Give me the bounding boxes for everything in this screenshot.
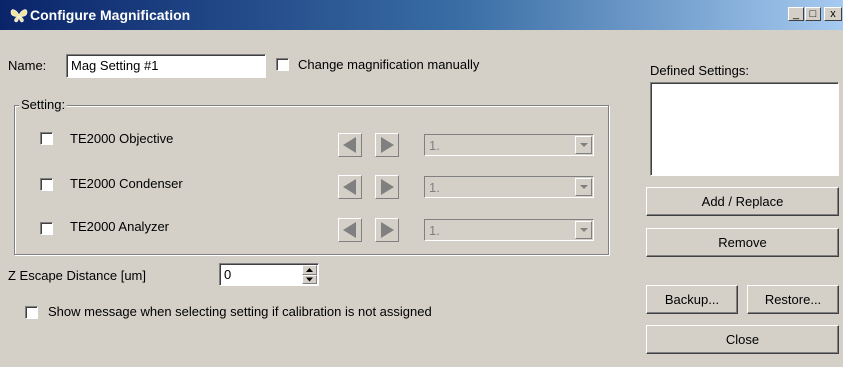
backup-label: Backup...: [664, 292, 720, 307]
condenser-next-button[interactable]: [375, 175, 399, 199]
close-window-button[interactable]: x: [824, 7, 842, 21]
name-input[interactable]: Mag Setting #1: [66, 54, 266, 78]
show-message-label: Show message when selecting setting if c…: [48, 304, 432, 319]
spin-down-icon: [306, 277, 313, 282]
condenser-select[interactable]: 1.: [424, 176, 594, 198]
name-label: Name:: [8, 58, 47, 73]
z-escape-label: Z Escape Distance [um]: [8, 268, 146, 283]
spin-up-button[interactable]: [302, 265, 317, 275]
title-bar[interactable]: Configure Magnification _ □ x: [0, 0, 843, 30]
change-manually-label: Change magnification manually: [298, 57, 480, 72]
maximize-icon: □: [809, 8, 817, 20]
maximize-button[interactable]: □: [805, 7, 821, 21]
close-icon: x: [830, 8, 836, 20]
objective-label: TE2000 Objective: [70, 131, 174, 146]
right-arrow-icon: [381, 179, 394, 195]
z-escape-input[interactable]: 0: [219, 263, 319, 286]
left-arrow-icon: [343, 222, 356, 238]
right-arrow-icon: [381, 137, 394, 153]
backup-button[interactable]: Backup...: [646, 285, 738, 314]
spin-down-button[interactable]: [302, 275, 317, 284]
butterfly-app-icon: [10, 9, 28, 23]
right-arrow-icon: [381, 222, 394, 238]
chevron-down-icon[interactable]: [575, 136, 592, 154]
condenser-label: TE2000 Condenser: [70, 176, 183, 191]
defined-settings-list[interactable]: [650, 82, 839, 176]
minimize-button[interactable]: _: [788, 7, 804, 21]
condenser-prev-button[interactable]: [338, 175, 362, 199]
setting-group-label: Setting:: [19, 97, 68, 112]
remove-label: Remove: [718, 235, 767, 250]
name-input-value: Mag Setting #1: [71, 58, 159, 73]
defined-settings-label: Defined Settings:: [650, 63, 750, 78]
close-label: Close: [725, 332, 760, 347]
remove-button[interactable]: Remove: [646, 228, 839, 257]
add-replace-label: Add / Replace: [701, 194, 784, 209]
spin-up-icon: [306, 268, 313, 272]
minimize-icon: _: [792, 8, 800, 20]
chevron-down-icon[interactable]: [575, 221, 592, 239]
restore-label: Restore...: [764, 292, 822, 307]
show-message-checkbox[interactable]: [25, 306, 38, 319]
left-arrow-icon: [343, 137, 356, 153]
chevron-down-icon[interactable]: [575, 178, 592, 196]
add-replace-button[interactable]: Add / Replace: [646, 187, 839, 216]
z-escape-value: 0: [224, 267, 232, 282]
analyzer-checkbox[interactable]: [40, 222, 53, 235]
close-button[interactable]: Close: [646, 325, 839, 354]
analyzer-prev-button[interactable]: [338, 218, 362, 242]
objective-next-button[interactable]: [375, 133, 399, 157]
analyzer-label: TE2000 Analyzer: [70, 219, 170, 234]
objective-prev-button[interactable]: [338, 133, 362, 157]
objective-select-value: 1.: [429, 138, 440, 153]
restore-button[interactable]: Restore...: [747, 285, 839, 314]
objective-checkbox[interactable]: [40, 132, 53, 145]
analyzer-next-button[interactable]: [375, 218, 399, 242]
analyzer-select[interactable]: 1.: [424, 219, 594, 241]
condenser-select-value: 1.: [429, 180, 440, 195]
analyzer-select-value: 1.: [429, 223, 440, 238]
window-title: Configure Magnification: [30, 7, 191, 23]
objective-select[interactable]: 1.: [424, 134, 594, 156]
left-arrow-icon: [343, 179, 356, 195]
change-manually-checkbox[interactable]: [276, 58, 289, 71]
condenser-checkbox[interactable]: [40, 178, 53, 191]
